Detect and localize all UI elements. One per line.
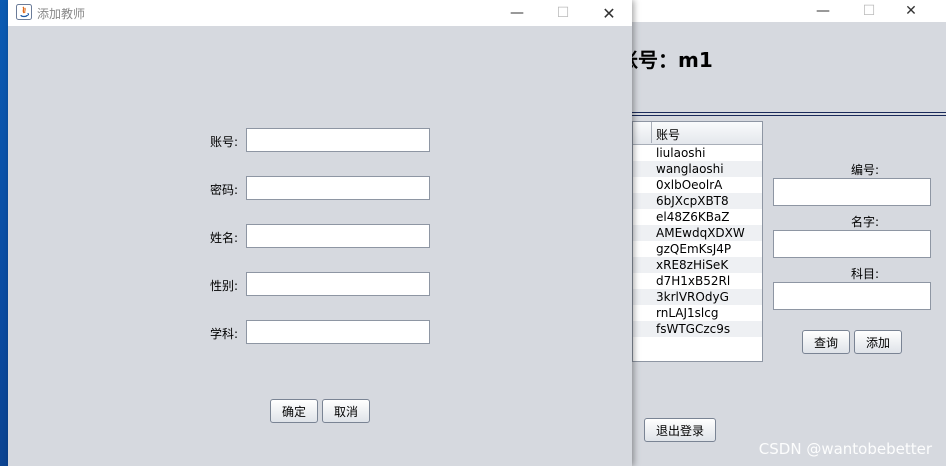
table-row[interactable]: el48Z6KBaZ (633, 209, 762, 225)
account-label: 账号: (209, 135, 238, 149)
close-icon[interactable]: ✕ (888, 0, 934, 22)
main-window: — ☐ ✕ 账号：m1 账号 liulaoshi wanglaoshi 0xlb… (600, 0, 946, 466)
divider (600, 115, 946, 116)
teacher-table[interactable]: 账号 liulaoshi wanglaoshi 0xlbOeolrA 6bJXc… (632, 121, 763, 362)
minimize-icon[interactable]: — (800, 0, 846, 22)
table-row[interactable]: 0xlbOeolrA (633, 177, 762, 193)
table-row[interactable]: xRE8zHiSeK (633, 257, 762, 273)
main-window-titlebar: — ☐ ✕ (600, 0, 946, 22)
java-app-icon (16, 4, 32, 20)
maximize-icon[interactable]: ☐ (540, 0, 586, 26)
table-row[interactable]: 3krlVROdyG (633, 289, 762, 305)
id-label: 编号: (851, 163, 880, 177)
dialog-titlebar: 添加教师 — ☐ ✕ (8, 0, 632, 26)
table-row[interactable]: gzQEmKsJ4P (633, 241, 762, 257)
password-label: 密码: (209, 183, 238, 197)
gender-label: 性别: (209, 279, 238, 293)
name-field[interactable] (773, 230, 931, 258)
table-row[interactable]: fsWTGCzc9s (633, 321, 762, 337)
table-row[interactable]: wanglaoshi (633, 161, 762, 177)
dialog-title: 添加教师 (37, 7, 86, 21)
subject-input[interactable] (246, 320, 430, 344)
account-input[interactable] (246, 128, 430, 152)
password-input[interactable] (246, 176, 430, 200)
gender-input[interactable] (246, 272, 430, 296)
id-field[interactable] (773, 178, 931, 206)
table-row[interactable]: d7H1xB52Rl (633, 273, 762, 289)
ok-button[interactable]: 确定 (270, 399, 318, 423)
table-row[interactable]: AMEwdqXDXW (633, 225, 762, 241)
add-button[interactable]: 添加 (854, 330, 902, 354)
divider (600, 112, 946, 113)
account-label: 账号：m1 (618, 48, 713, 72)
name-label: 姓名: (209, 231, 238, 245)
name-label: 名字: (851, 215, 880, 229)
table-header-account: 账号 (656, 128, 681, 142)
subject-label: 科目: (851, 267, 880, 281)
minimize-icon[interactable]: — (494, 0, 540, 26)
add-teacher-dialog: 添加教师 — ☐ ✕ 账号: 密码: 姓名: 性别: 学科: 确定 取消 (8, 0, 632, 466)
table-row[interactable]: 6bJXcpXBT8 (633, 193, 762, 209)
table-row[interactable]: rnLAJ1slcg (633, 305, 762, 321)
cancel-button[interactable]: 取消 (322, 399, 370, 423)
name-input[interactable] (246, 224, 430, 248)
subject-field[interactable] (773, 282, 931, 310)
maximize-icon[interactable]: ☐ (846, 0, 892, 22)
close-icon[interactable]: ✕ (586, 0, 632, 26)
watermark: CSDN @wantobebetter (758, 440, 932, 458)
table-header: 账号 (633, 122, 762, 145)
logout-button[interactable]: 退出登录 (644, 418, 716, 442)
subject-label: 学科: (209, 327, 238, 341)
table-header-cell (633, 122, 652, 143)
query-button[interactable]: 查询 (802, 330, 850, 354)
table-row[interactable]: liulaoshi (633, 145, 762, 161)
